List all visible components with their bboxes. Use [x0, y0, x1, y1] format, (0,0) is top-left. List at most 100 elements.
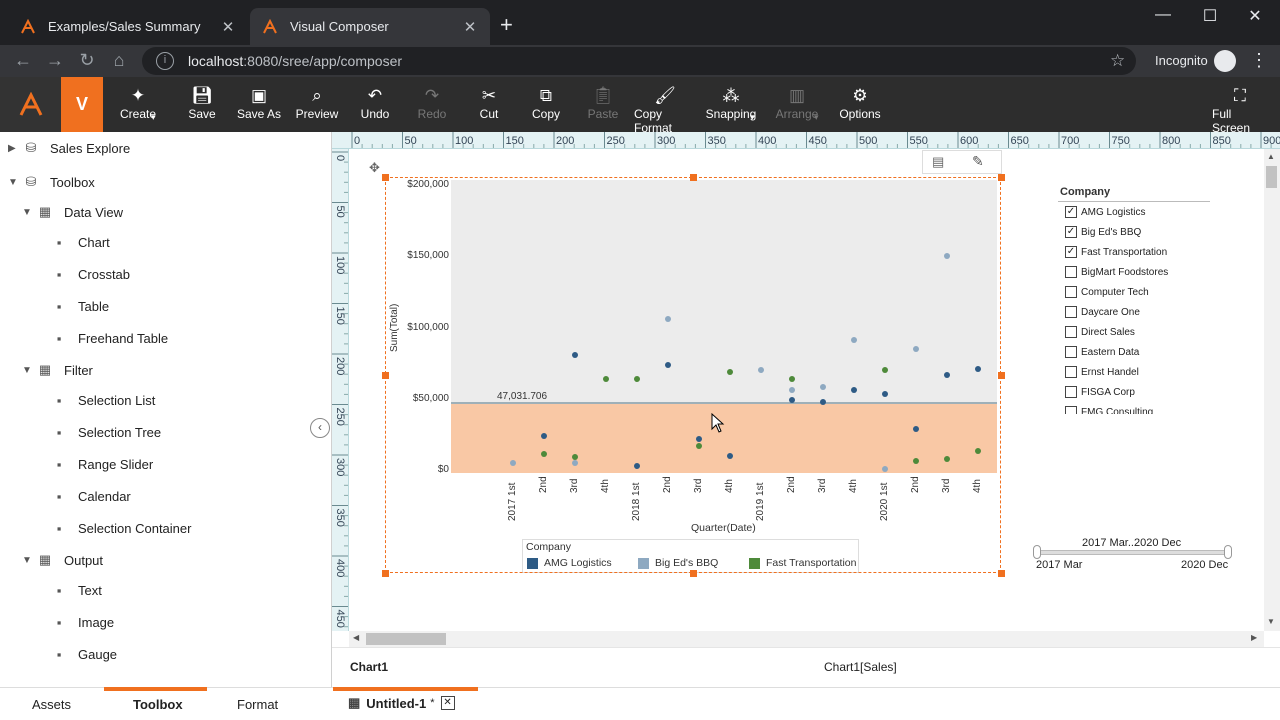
tab-format[interactable]: Format [237, 697, 278, 712]
resize-handle[interactable] [998, 174, 1005, 181]
undo-button[interactable]: ↶ Undo [356, 85, 394, 127]
selection-list-item[interactable]: ✓ AMG Logistics [1065, 206, 1145, 218]
incognito-icon[interactable] [1214, 50, 1236, 72]
expand-arrow-icon[interactable]: ▼ [22, 207, 36, 218]
vertical-scroll-thumb[interactable] [1266, 166, 1277, 188]
range-slider-min-handle[interactable] [1033, 545, 1041, 559]
checkbox-icon[interactable] [1065, 346, 1077, 358]
bookmark-star-icon[interactable]: ☆ [1110, 51, 1125, 71]
home-icon[interactable]: ⌂ [108, 50, 130, 71]
resize-handle[interactable] [998, 372, 1005, 379]
chart-data-icon[interactable]: ▤ [932, 154, 944, 170]
scroll-left-icon[interactable]: ◀ [353, 633, 359, 642]
close-tab-icon[interactable]: ✕ [220, 18, 236, 36]
tree-item-table[interactable]: ▪ Table [50, 296, 109, 316]
copy-format-button[interactable]: 🖌︎ Copy Format [634, 85, 696, 135]
selection-list-item[interactable]: BigMart Foodstores [1065, 266, 1168, 278]
checkbox-icon[interactable] [1065, 286, 1077, 298]
selection-list-item[interactable]: ✓ Big Ed's BBQ [1065, 226, 1141, 238]
resize-handle[interactable] [382, 174, 389, 181]
checkbox-icon[interactable] [1065, 386, 1077, 398]
resize-handle[interactable] [382, 570, 389, 577]
expand-arrow-icon[interactable]: ▼ [22, 555, 36, 566]
back-icon[interactable]: ← [12, 50, 34, 71]
tree-item-filter[interactable]: ▼ ▦ Filter [22, 360, 93, 380]
checked-checkbox-icon[interactable]: ✓ [1065, 246, 1077, 258]
tree-item-sales-explore[interactable]: ▶ ⛁ Sales Explore [8, 138, 130, 158]
browser-menu-icon[interactable]: ⋮ [1250, 50, 1268, 71]
maximize-icon[interactable]: ☐ [1195, 6, 1225, 26]
tree-item-selection-container[interactable]: ▪ Selection Container [50, 518, 192, 538]
tree-item-freehand-table[interactable]: ▪ Freehand Table [50, 328, 168, 348]
scroll-up-icon[interactable]: ▲ [1267, 152, 1275, 161]
save-button[interactable]: 💾︎ Save [182, 85, 222, 127]
resize-handle[interactable] [998, 570, 1005, 577]
range-slider-max-handle[interactable] [1224, 545, 1232, 559]
tree-item-output[interactable]: ▼ ▦ Output [22, 550, 103, 570]
tree-item-calendar[interactable]: ▪ Calendar [50, 486, 131, 506]
options-button[interactable]: ⚙ Options [839, 85, 880, 127]
range-slider-track[interactable] [1037, 550, 1229, 555]
selection-list-item[interactable]: Direct Sales [1065, 326, 1135, 338]
tree-item-selection-tree[interactable]: ▪ Selection Tree [50, 422, 161, 442]
selection-list-item[interactable]: Ernst Handel [1065, 366, 1139, 378]
tree-item-image[interactable]: ▪ Image [50, 612, 114, 632]
checked-checkbox-icon[interactable]: ✓ [1065, 226, 1077, 238]
move-handle-icon[interactable]: ✥ [369, 160, 380, 176]
preview-button[interactable]: ⌕ Preview [295, 85, 339, 127]
collapse-panel-icon[interactable]: ‹ [310, 418, 330, 438]
copy-button[interactable]: ⧉ Copy [528, 85, 564, 127]
window-close-icon[interactable]: ✕ [1240, 6, 1270, 26]
tree-item-toolbox[interactable]: ▼ ⛁ Toolbox [8, 172, 95, 192]
horizontal-scroll-thumb[interactable] [366, 633, 446, 645]
minimize-icon[interactable]: — [1148, 6, 1178, 24]
browser-tab-sales-summary[interactable]: Examples/Sales Summary ✕ [8, 8, 248, 45]
checkbox-icon[interactable] [1065, 366, 1077, 378]
new-tab-icon[interactable]: + [500, 14, 513, 36]
checkbox-icon[interactable] [1065, 326, 1077, 338]
checkbox-icon[interactable] [1065, 406, 1077, 414]
selection-list-item[interactable]: Daycare One [1065, 306, 1140, 318]
paste-button[interactable]: 📋︎ Paste [585, 85, 621, 127]
collapse-arrow-icon[interactable]: ▶ [8, 143, 22, 154]
close-sheet-icon[interactable]: ✕ [440, 696, 455, 710]
selection-list-item[interactable]: Eastern Data [1065, 346, 1139, 358]
tab-assets[interactable]: Assets [32, 697, 71, 712]
tree-item-range-slider[interactable]: ▪ Range Slider [50, 454, 153, 474]
selection-list-item[interactable]: Computer Tech [1065, 286, 1149, 298]
tree-item-crosstab[interactable]: ▪ Crosstab [50, 264, 130, 284]
selection-list-item[interactable]: FMG Consulting [1065, 406, 1153, 414]
tree-item-data-view[interactable]: ▼ ▦ Data View [22, 202, 123, 222]
resize-handle[interactable] [690, 570, 697, 577]
scroll-down-icon[interactable]: ▼ [1267, 617, 1275, 626]
tree-item-chart[interactable]: ▪ Chart [50, 232, 110, 252]
tree-item-gauge[interactable]: ▪ Gauge [50, 644, 117, 664]
close-tab-icon[interactable]: ✕ [462, 18, 478, 36]
save-as-button[interactable]: ▣ Save As [236, 85, 282, 127]
forward-icon[interactable]: → [44, 50, 66, 71]
composer-home-button[interactable]: V [61, 77, 103, 132]
edit-pencil-icon[interactable]: ✎ [972, 153, 984, 170]
address-bar[interactable]: i localhost :8080/sree/app/composer [142, 47, 1136, 75]
checked-checkbox-icon[interactable]: ✓ [1065, 206, 1077, 218]
tab-toolbox[interactable]: Toolbox [133, 697, 183, 712]
browser-tab-visual-composer[interactable]: Visual Composer ✕ [250, 8, 490, 45]
horizontal-scrollbar[interactable] [349, 631, 1264, 647]
sheet-tab-untitled-1[interactable]: ▦ Untitled-1 * ✕ [348, 695, 455, 711]
scroll-right-icon[interactable]: ▶ [1251, 633, 1257, 642]
expand-arrow-icon[interactable]: ▼ [8, 177, 22, 188]
tree-item-selection-list[interactable]: ▪ Selection List [50, 390, 156, 410]
selection-list-item[interactable]: FISGA Corp [1065, 386, 1135, 398]
cut-button[interactable]: ✂ Cut [472, 85, 506, 127]
selection-list-item[interactable]: ✓ Fast Transportation [1065, 246, 1167, 258]
resize-handle[interactable] [382, 372, 389, 379]
tree-item-text[interactable]: ▪ Text [50, 580, 102, 600]
selection-list[interactable]: ✓ AMG Logistics ✓ Big Ed's BBQ ✓ Fast Transpo… [1058, 203, 1210, 414]
vertical-scrollbar[interactable] [1264, 149, 1280, 631]
info-icon[interactable]: i [156, 52, 174, 70]
checkbox-icon[interactable] [1065, 266, 1077, 278]
full-screen-button[interactable]: ⛶ Full Screen [1212, 85, 1268, 135]
expand-arrow-icon[interactable]: ▼ [22, 365, 36, 376]
resize-handle[interactable] [690, 174, 697, 181]
redo-button[interactable]: ↷ Redo [413, 85, 451, 127]
